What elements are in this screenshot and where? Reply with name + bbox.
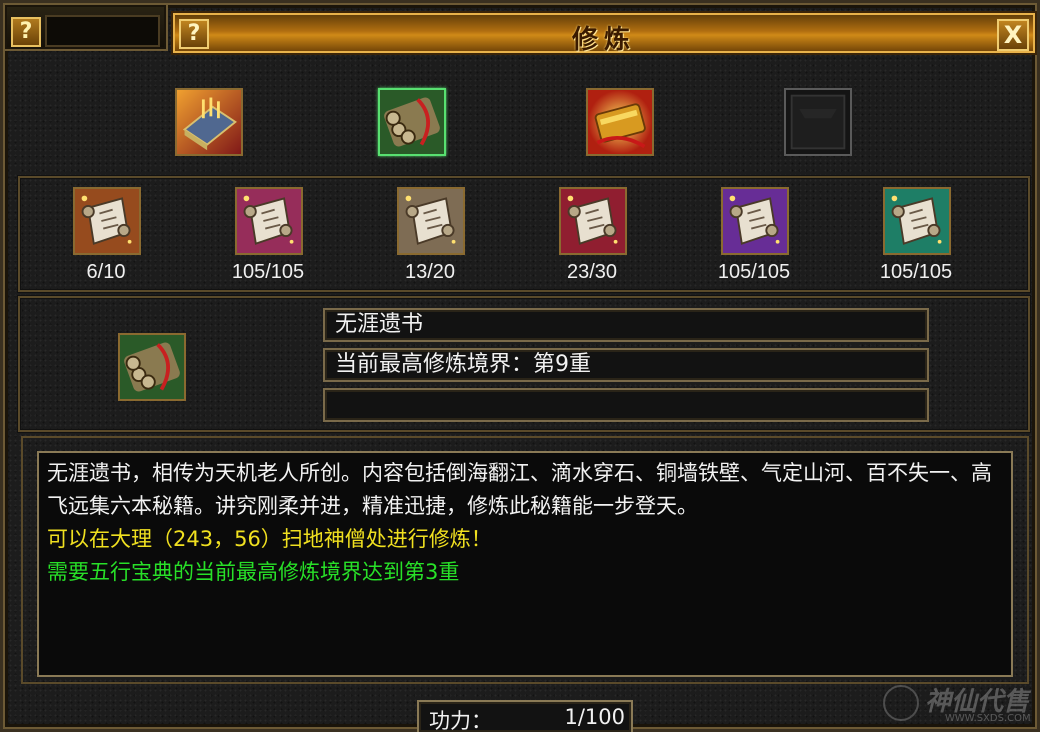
- scroll-icon: [75, 189, 139, 253]
- scroll-count: 105/105: [717, 261, 791, 283]
- watermark-url: WWW.SXDS.COM: [945, 713, 1031, 724]
- book-name-field: 无涯遗书: [323, 308, 929, 342]
- scroll-icon: [885, 189, 949, 253]
- scroll-icon: [399, 189, 463, 253]
- description-text: 无涯遗书，相传为天机老人所创。内容包括倒海翻江、滴水穿石、铜墙铁壁、气定山河、百…: [47, 461, 992, 518]
- tab-slot: [45, 15, 160, 47]
- requirement-text: 需要五行宝典的当前最高修炼境界达到第3重: [47, 560, 460, 584]
- scroll-icon-box[interactable]: [235, 187, 303, 255]
- scroll-count: 105/105: [879, 261, 953, 283]
- scroll-item[interactable]: 105/105: [689, 179, 819, 289]
- power-display: 功力： 1/100: [417, 700, 633, 732]
- scroll-item[interactable]: 105/105: [203, 179, 333, 289]
- scroll-icon-box[interactable]: [721, 187, 789, 255]
- scroll-icon-box[interactable]: [559, 187, 627, 255]
- scroll-count: 13/20: [404, 261, 456, 283]
- title-bar[interactable]: ? 修炼 X: [171, 11, 1037, 55]
- scroll-item[interactable]: 13/20: [365, 179, 495, 289]
- previous-window-tab[interactable]: ?: [3, 3, 168, 51]
- scroll-item[interactable]: 23/30: [527, 179, 657, 289]
- selected-book-icon-box: [118, 333, 186, 401]
- scroll-count: 105/105: [231, 261, 305, 283]
- book-slot-4[interactable]: [784, 88, 852, 156]
- power-value: 1/100: [564, 705, 625, 729]
- scroll-icon: [237, 189, 301, 253]
- close-button[interactable]: X: [997, 19, 1029, 51]
- help-icon[interactable]: ?: [11, 17, 41, 47]
- book-icon: [177, 90, 241, 154]
- scroll-bundle-icon: [380, 90, 444, 154]
- scroll-icon: [723, 189, 787, 253]
- cultivation-window: ? ? 修炼 X 6/10 105/105 13/20 23/30 105/10…: [0, 0, 1040, 732]
- watermark: 神仙代售 WWW.SXDS.COM: [883, 679, 1038, 729]
- gold-scroll-icon: [588, 90, 652, 154]
- empty-slot-icon: [786, 90, 850, 154]
- book-slot-2[interactable]: [378, 88, 446, 156]
- scroll-count: 6/10: [86, 261, 126, 283]
- watermark-logo-icon: [883, 685, 919, 721]
- scroll-bundle-icon: [120, 335, 184, 399]
- description-box: 无涯遗书，相传为天机老人所创。内容包括倒海翻江、滴水穿石、铜墙铁壁、气定山河、百…: [37, 451, 1013, 677]
- scroll-icon-box[interactable]: [397, 187, 465, 255]
- scroll-count: 23/30: [566, 261, 618, 283]
- scroll-icon: [561, 189, 625, 253]
- window-title: 修炼: [571, 25, 636, 55]
- realm-field: 当前最高修炼境界：第9重: [323, 348, 929, 382]
- scroll-icon-box[interactable]: [883, 187, 951, 255]
- book-slot-1[interactable]: [175, 88, 243, 156]
- extra-field: [323, 388, 929, 422]
- scroll-item[interactable]: 6/10: [41, 179, 171, 289]
- scroll-icon-box[interactable]: [73, 187, 141, 255]
- book-slot-3[interactable]: [586, 88, 654, 156]
- location-hint: 可以在大理（243，56）扫地神僧处进行修炼！: [47, 527, 492, 551]
- power-label: 功力：: [429, 709, 492, 732]
- scroll-item[interactable]: 105/105: [851, 179, 981, 289]
